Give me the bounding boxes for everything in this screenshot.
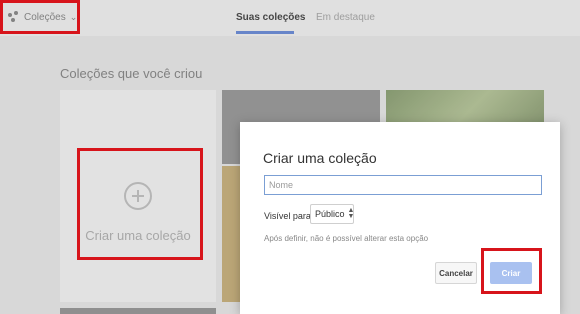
visibility-value: Público <box>315 209 345 219</box>
visibility-label: Visível para: <box>264 211 314 221</box>
visibility-select[interactable]: Público ▲ ▼ <box>310 204 354 224</box>
select-arrows-icon: ▲ ▼ <box>347 207 355 220</box>
cancel-button[interactable]: Cancelar <box>435 262 477 284</box>
create-collection-dialog: Criar uma coleção Visível para: Público … <box>240 122 560 314</box>
create-button[interactable]: Criar <box>490 262 532 284</box>
dialog-title: Criar uma coleção <box>263 150 377 166</box>
collection-name-input[interactable] <box>264 175 542 195</box>
visibility-note: Após definir, não é possível alterar est… <box>264 234 429 243</box>
